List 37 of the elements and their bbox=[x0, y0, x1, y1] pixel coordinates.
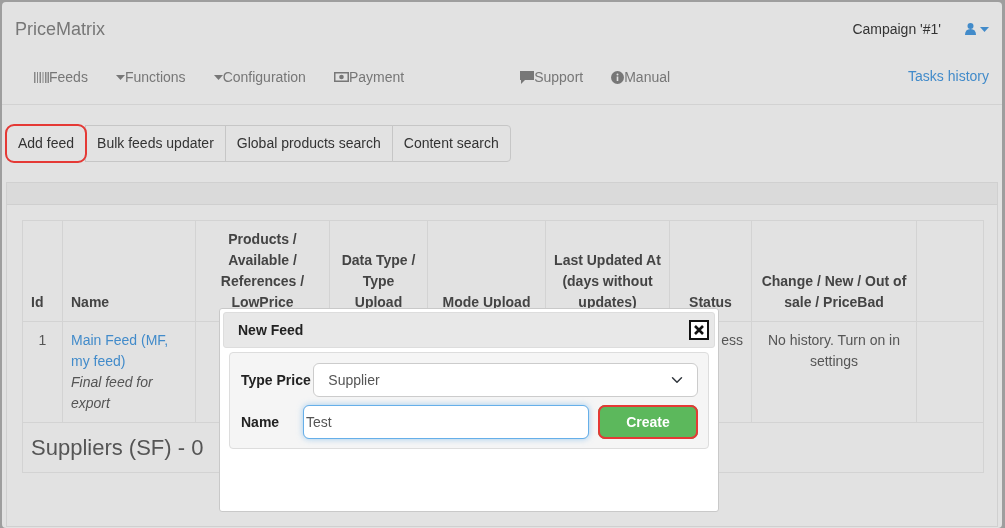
nav-link[interactable]: Functions bbox=[101, 66, 200, 88]
table-cell: 1 bbox=[22, 321, 63, 423]
name-input[interactable]: Test bbox=[303, 405, 589, 439]
toolbar-button[interactable]: Content search bbox=[391, 125, 511, 162]
nav-link[interactable]: Manual bbox=[597, 66, 685, 88]
table-cell: No history. Turn on in settings bbox=[751, 321, 917, 423]
column-header: Change / New / Out of sale / PriceBad bbox=[751, 220, 917, 322]
caret-icon bbox=[213, 74, 223, 80]
toolbar-button[interactable]: Global products search bbox=[224, 125, 393, 162]
feed-link[interactable]: Main Feed (MF, my feed) bbox=[71, 330, 187, 372]
close-icon bbox=[694, 325, 704, 335]
section-heading: Suppliers (SF) - 0 bbox=[31, 435, 204, 460]
name-label: Name bbox=[241, 412, 281, 432]
nav-link[interactable]: Feeds bbox=[20, 66, 102, 88]
status-text: ess bbox=[721, 331, 743, 350]
info-icon bbox=[611, 70, 625, 84]
campaign-selector[interactable]: Campaign '#1' bbox=[852, 18, 941, 40]
type-price-label: Type Price bbox=[241, 370, 312, 390]
toolbar-button[interactable]: Add feed bbox=[6, 125, 87, 162]
speech-bubble-icon bbox=[520, 70, 535, 84]
user-menu-icon[interactable] bbox=[965, 23, 989, 35]
banknote-icon bbox=[333, 72, 349, 82]
nav-link[interactable]: Configuration bbox=[199, 66, 320, 88]
feed-note: Final feed for export bbox=[71, 373, 154, 413]
dialog-title: New Feed bbox=[238, 320, 304, 340]
tasks-history-link[interactable]: Tasks history bbox=[908, 66, 989, 104]
type-price-select[interactable]: Supplier bbox=[313, 363, 698, 397]
create-button[interactable]: Create bbox=[598, 405, 698, 439]
column-header: Id bbox=[22, 220, 63, 322]
column-header: Name bbox=[62, 220, 196, 322]
close-button[interactable] bbox=[689, 320, 709, 340]
nav-link[interactable]: Support bbox=[506, 66, 598, 88]
caret-icon bbox=[115, 74, 125, 80]
nav-link[interactable]: Payment bbox=[319, 66, 419, 88]
barcode-icon bbox=[34, 71, 49, 83]
toolbar-button[interactable]: Bulk feeds updater bbox=[85, 125, 226, 162]
app-brand[interactable]: PriceMatrix bbox=[15, 15, 105, 43]
